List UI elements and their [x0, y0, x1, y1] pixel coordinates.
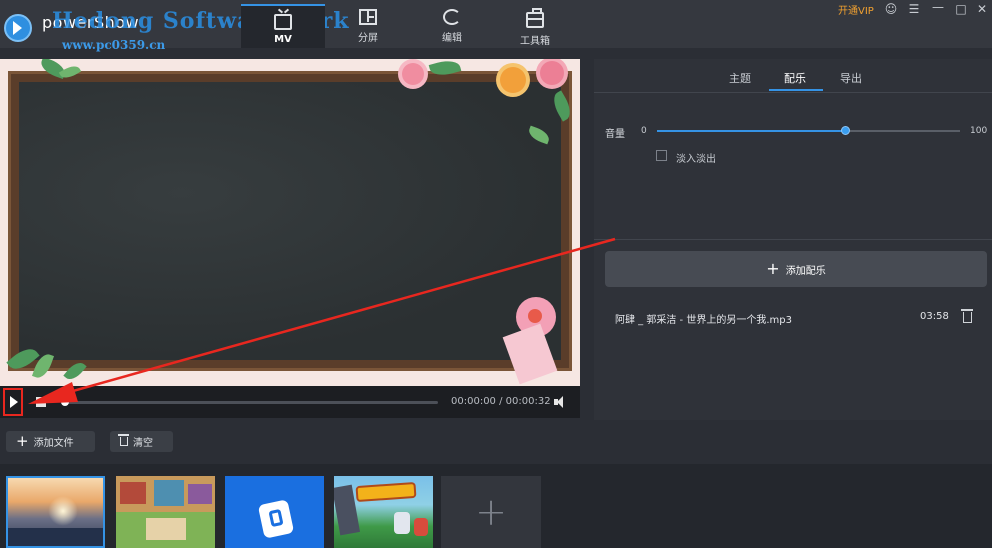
add-media-tile[interactable]: + [441, 476, 541, 548]
building-graphic [120, 482, 146, 504]
split-screen-icon [359, 9, 377, 25]
add-file-label: 添加文件 [33, 438, 74, 449]
chalkboard-frame [8, 71, 572, 371]
current-time: 00:00:00 [451, 396, 496, 407]
tab-toolbox[interactable]: 工具箱 [493, 4, 577, 48]
seek-handle[interactable] [61, 398, 69, 406]
video-preview [0, 59, 580, 386]
tab-mv[interactable]: MV [241, 4, 325, 48]
play-button[interactable] [3, 388, 23, 416]
tab-toolbox-label: 工具箱 [520, 36, 550, 47]
title-bar: powerShow Hedong Software Park www.pc035… [0, 0, 992, 52]
volume-icon[interactable] [554, 396, 566, 408]
tv-icon [274, 14, 292, 30]
game-title-graphic [355, 481, 417, 503]
divider [594, 239, 992, 240]
music-track-name: 阿肆 _ 郭采洁 - 世界上的另一个我.mp3 [615, 315, 792, 326]
media-thumbnail[interactable] [6, 476, 105, 548]
sun-graphic [48, 496, 78, 526]
media-thumbnail[interactable] [116, 476, 215, 548]
building-graphic [188, 484, 212, 504]
close-icon[interactable]: ✕ [975, 2, 989, 16]
music-track-duration: 03:58 [920, 311, 949, 322]
flower-decoration [540, 61, 564, 85]
tab-mv-label: MV [274, 34, 292, 45]
volume-max-label: 100 [970, 126, 988, 136]
clear-button[interactable]: 清空 [110, 431, 173, 452]
bouquet-decoration [528, 309, 542, 323]
volume-slider-fill [657, 130, 845, 132]
plus-icon: + [16, 432, 29, 450]
time-separator: / [495, 396, 506, 407]
trash-icon [118, 434, 129, 446]
add-music-label: 添加配乐 [785, 265, 826, 277]
user-icon[interactable]: ☺ [884, 2, 898, 16]
building-graphic [154, 480, 184, 506]
stop-button[interactable] [36, 397, 46, 407]
watermark-url: www.pc0359.cn [62, 38, 166, 52]
tab-export[interactable]: 导出 [840, 70, 862, 86]
plus-icon: + [475, 490, 507, 534]
character-graphic [414, 518, 428, 536]
tab-split-screen[interactable]: 分屏 [326, 4, 410, 48]
toolbox-icon [526, 8, 544, 28]
add-file-button[interactable]: + 添加文件 [6, 431, 95, 452]
clear-label: 清空 [133, 438, 153, 449]
path-graphic [146, 518, 186, 540]
tab-music[interactable]: 配乐 [784, 70, 806, 86]
volume-min-label: 0 [641, 126, 647, 136]
tab-theme[interactable]: 主题 [729, 70, 751, 86]
menu-icon[interactable]: ☰ [907, 2, 921, 16]
volume-label: 音量 [605, 129, 625, 140]
refresh-icon [443, 9, 461, 25]
media-thumbnail[interactable] [225, 476, 324, 548]
divider [594, 92, 992, 93]
vip-link[interactable]: 开通VIP [838, 2, 874, 17]
app-logo-icon [4, 14, 32, 42]
water-graphic [8, 528, 103, 546]
tab-edit[interactable]: 编辑 [410, 4, 494, 48]
maximize-icon[interactable]: □ [954, 2, 968, 16]
total-time: 00:00:32 [505, 396, 551, 407]
chalkboard [19, 82, 561, 360]
fade-checkbox[interactable] [656, 150, 667, 161]
time-display: 00:00:00 / 00:00:32 [451, 396, 551, 407]
add-music-button[interactable]: + 添加配乐 [605, 251, 987, 287]
tab-split-screen-label: 分屏 [358, 33, 378, 44]
flower-decoration [402, 63, 424, 85]
volume-slider-handle[interactable] [841, 126, 850, 135]
tab-edit-label: 编辑 [442, 33, 462, 44]
seek-bar[interactable] [64, 401, 438, 404]
minimize-icon[interactable]: — [931, 0, 945, 14]
flower-decoration [500, 67, 526, 93]
delete-track-icon[interactable] [961, 309, 973, 323]
media-thumbnail[interactable] [334, 476, 433, 548]
character-graphic [394, 512, 410, 534]
fade-label: 淡入淡出 [676, 154, 716, 165]
active-tab-indicator [769, 89, 823, 91]
plus-icon: + [766, 259, 780, 278]
